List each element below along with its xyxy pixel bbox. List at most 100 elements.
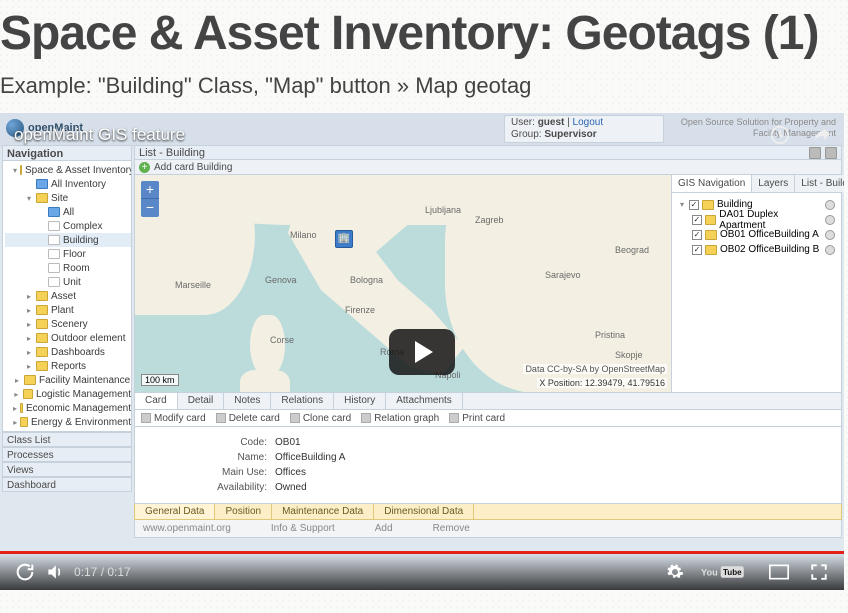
folder-icon: [702, 200, 714, 210]
card-tab-notes[interactable]: Notes: [224, 393, 271, 409]
action-icon: [290, 413, 300, 423]
map-attribution: Data CC-by-SA by OpenStreetMap: [523, 364, 667, 374]
toolbar-delete-card[interactable]: Delete card: [216, 413, 280, 424]
map-coordinates: X Position: 12.39479, 41.79516: [537, 378, 667, 388]
toolbar-print-card[interactable]: Print card: [449, 413, 505, 424]
youtube-logo-button[interactable]: YouTube: [700, 557, 754, 587]
bottom-tab-maintenance-data[interactable]: Maintenance Data: [272, 504, 374, 519]
footer-link[interactable]: Add: [375, 523, 393, 534]
checkbox-icon[interactable]: ✓: [692, 230, 702, 240]
nav-item-reports[interactable]: ▸Reports: [5, 359, 131, 373]
nav-item-economic-management[interactable]: ▸Economic Management: [5, 401, 131, 415]
bottom-tab-position[interactable]: Position: [215, 504, 272, 519]
video-player[interactable]: openMaint User: guest | Logout Group: Su…: [0, 113, 844, 590]
card-tab-attachments[interactable]: Attachments: [386, 393, 463, 409]
card-tab-relations[interactable]: Relations: [271, 393, 334, 409]
settings-button[interactable]: [660, 557, 690, 587]
accordion-processes[interactable]: Processes: [2, 447, 132, 462]
play-button[interactable]: [389, 329, 455, 375]
folder-icon: [36, 347, 48, 357]
nav-tree: ▾Space & Asset InventoryAll Inventory▾Si…: [2, 161, 132, 432]
nav-item-all[interactable]: All: [5, 205, 131, 219]
watch-later-icon[interactable]: [768, 123, 792, 147]
folder-icon: [705, 215, 717, 225]
action-icon: [449, 413, 459, 423]
checkbox-icon[interactable]: ✓: [692, 215, 702, 225]
gear-icon[interactable]: [825, 245, 835, 255]
nav-item-scenery[interactable]: ▸Scenery: [5, 317, 131, 331]
map-toggle-icon[interactable]: [809, 147, 821, 159]
nav-item-logistic-management[interactable]: ▸Logistic Management: [5, 387, 131, 401]
accordion-class-list[interactable]: Class List: [2, 432, 132, 447]
checkbox-icon[interactable]: ✓: [692, 245, 702, 255]
nav-item-site[interactable]: ▾Site: [5, 191, 131, 205]
city-label: Sarajevo: [545, 270, 581, 280]
share-icon[interactable]: [810, 123, 834, 147]
field-row: Main Use:Offices: [195, 465, 781, 480]
map-marker[interactable]: 🏢: [335, 230, 353, 248]
toolbar-relation-graph[interactable]: Relation graph: [361, 413, 439, 424]
bottom-tab-dimensional-data[interactable]: Dimensional Data: [374, 504, 474, 519]
bottom-tab-general-data[interactable]: General Data: [135, 504, 215, 519]
nav-item-space-asset-inventory[interactable]: ▾Space & Asset Inventory: [5, 163, 131, 177]
toolbar-modify-card[interactable]: Modify card: [141, 413, 206, 424]
toolbar-clone-card[interactable]: Clone card: [290, 413, 351, 424]
nav-item-floor[interactable]: Floor: [5, 247, 131, 261]
plus-icon: +: [139, 162, 150, 173]
city-label: Firenze: [345, 305, 375, 315]
city-label: Milano: [290, 230, 317, 240]
footer-link[interactable]: www.openmaint.org: [143, 523, 231, 534]
logout-link[interactable]: Logout: [573, 117, 604, 128]
card-tab-history[interactable]: History: [334, 393, 386, 409]
nav-item-outdoor-element[interactable]: ▸Outdoor element: [5, 331, 131, 345]
folder-icon: [23, 389, 33, 399]
city-label: Skopje: [615, 350, 643, 360]
nav-item-energy-environment[interactable]: ▸Energy & Environment: [5, 415, 131, 429]
nav-item-room[interactable]: Room: [5, 261, 131, 275]
accordion-dashboard[interactable]: Dashboard: [2, 477, 132, 492]
video-title[interactable]: openMaint GIS feature: [14, 125, 185, 145]
city-label: Pristina: [595, 330, 625, 340]
page-icon: [48, 235, 60, 245]
gear-icon[interactable]: [825, 230, 835, 240]
list-toggle-icon[interactable]: [825, 147, 837, 159]
checkbox-icon[interactable]: ✓: [689, 200, 699, 210]
accordion-views[interactable]: Views: [2, 462, 132, 477]
zoom-control[interactable]: + −: [141, 181, 159, 217]
gear-icon[interactable]: [825, 200, 835, 210]
nav-item-facility-maintenance[interactable]: ▸Facility Maintenance: [5, 373, 131, 387]
field-row: Name:OfficeBuilding A: [195, 450, 781, 465]
card-tab-card[interactable]: Card: [135, 393, 178, 409]
replay-button[interactable]: [10, 557, 40, 587]
gis-tab-gis-navigation[interactable]: GIS Navigation: [672, 175, 752, 192]
add-card-button[interactable]: + Add card Building: [134, 160, 842, 175]
city-label: Corse: [270, 335, 294, 345]
zoom-out-button[interactable]: −: [141, 199, 159, 217]
fullscreen-button[interactable]: [804, 557, 834, 587]
folder-icon: [36, 319, 48, 329]
city-label: Zagreb: [475, 215, 504, 225]
gis-tree-item[interactable]: ✓OB02 OfficeBuilding B: [674, 242, 839, 257]
nav-item-unit[interactable]: Unit: [5, 275, 131, 289]
city-label: Ljubljana: [425, 205, 461, 215]
page-icon: [48, 263, 60, 273]
gis-tree-item[interactable]: ✓DA01 Duplex Apartment: [674, 212, 839, 227]
nav-item-asset[interactable]: ▸Asset: [5, 289, 131, 303]
gis-tab-list-building[interactable]: List - Building: [795, 175, 844, 192]
footer-link[interactable]: Remove: [433, 523, 470, 534]
folder-icon: [36, 305, 48, 315]
gear-icon[interactable]: [825, 215, 835, 225]
gis-tree-item[interactable]: ✓OB01 OfficeBuilding A: [674, 227, 839, 242]
nav-item-plant[interactable]: ▸Plant: [5, 303, 131, 317]
nav-item-complex[interactable]: Complex: [5, 219, 131, 233]
card-tab-detail[interactable]: Detail: [178, 393, 225, 409]
footer-link[interactable]: Info & Support: [271, 523, 335, 534]
zoom-in-button[interactable]: +: [141, 181, 159, 199]
gis-tab-layers[interactable]: Layers: [752, 175, 795, 192]
nav-item-all-inventory[interactable]: All Inventory: [5, 177, 131, 191]
nav-item-building[interactable]: Building: [5, 233, 131, 247]
folder-icon: [705, 245, 717, 255]
nav-item-dashboards[interactable]: ▸Dashboards: [5, 345, 131, 359]
theater-mode-button[interactable]: [764, 557, 794, 587]
volume-button[interactable]: [40, 557, 70, 587]
